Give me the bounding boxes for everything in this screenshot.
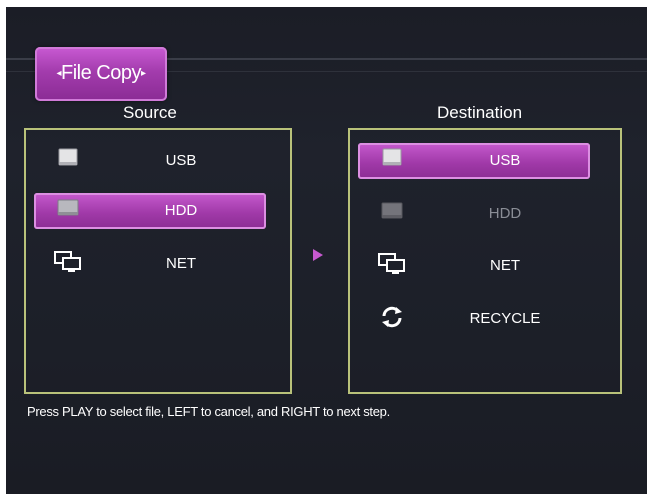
source-item-hdd[interactable]: HDD	[34, 193, 266, 229]
destination-heading: Destination	[437, 103, 523, 122]
usb-drive-icon	[382, 148, 402, 166]
help-text: Press PLAY to select file, LEFT to cance…	[27, 404, 390, 419]
network-icon	[54, 251, 81, 272]
title-tab: ◂File Copy▸	[35, 47, 167, 101]
destination-item-label: HDD	[488, 205, 522, 222]
destination-item-hdd[interactable]: HDD	[358, 196, 590, 232]
hdd-icon	[57, 199, 79, 216]
hdd-icon	[381, 202, 403, 219]
destination-item-usb[interactable]: USB	[358, 143, 590, 179]
destination-item-label: RECYCLE	[469, 310, 541, 327]
destination-item-label: USB	[489, 152, 521, 169]
page-title: File Copy	[61, 62, 141, 84]
destination-item-label: NET	[490, 257, 520, 274]
right-arrow-icon: ▸	[140, 68, 146, 80]
usb-drive-icon	[58, 148, 78, 166]
recycle-icon	[382, 306, 402, 328]
source-item-label: NET	[166, 255, 196, 272]
source-item-label: HDD	[164, 202, 198, 219]
source-item-label: USB	[165, 152, 197, 169]
next-step-arrow-icon	[313, 249, 323, 261]
source-item-net[interactable]: NET	[34, 246, 266, 282]
source-panel: USB HDD NET	[24, 128, 292, 394]
file-copy-screen: ◂File Copy▸ Source Destination USB HDD N…	[6, 7, 647, 494]
destination-item-recycle[interactable]: RECYCLE	[358, 301, 590, 337]
title-row: ◂File Copy▸	[35, 62, 167, 85]
destination-item-net[interactable]: NET	[358, 248, 590, 284]
source-item-usb[interactable]: USB	[34, 143, 266, 179]
network-icon	[378, 253, 405, 274]
source-heading: Source	[123, 103, 177, 122]
destination-panel: USB HDD NET RECYCLE	[348, 128, 622, 394]
